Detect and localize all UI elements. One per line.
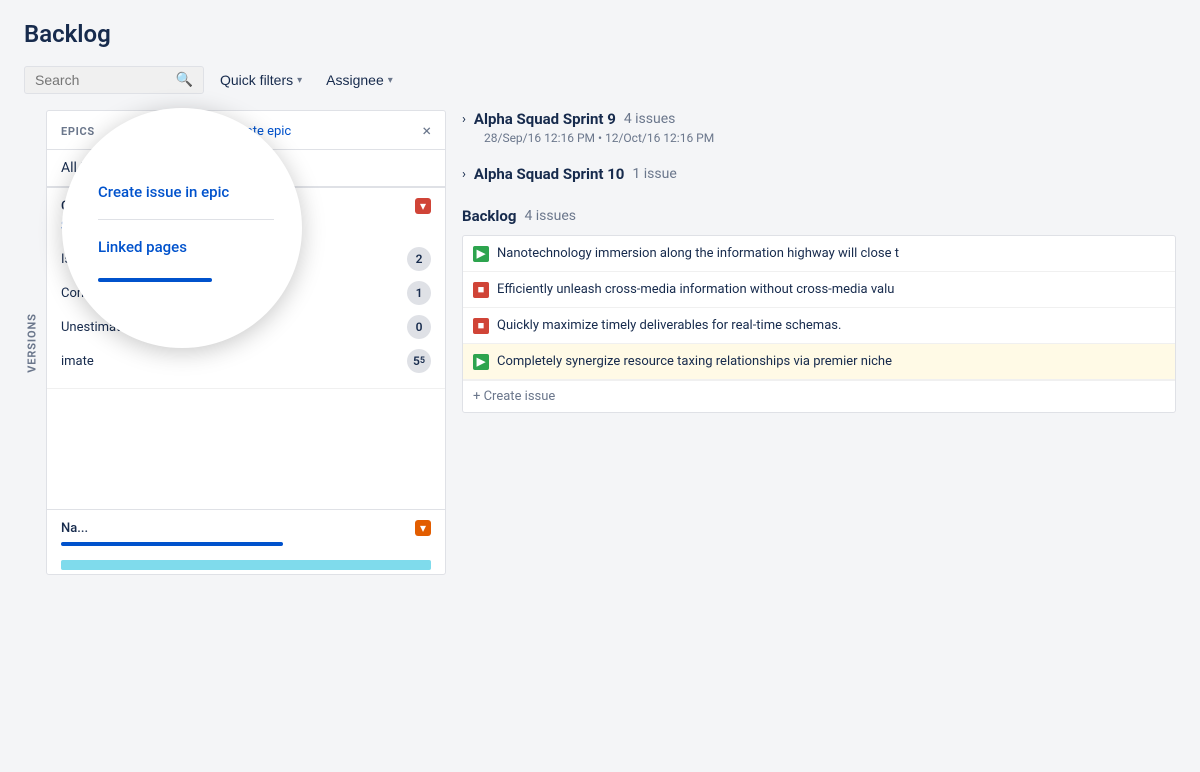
bottom-cyan-bar — [61, 560, 431, 570]
sidebar-scrollbar — [61, 542, 283, 546]
issue-icon-1: ■ — [473, 282, 489, 298]
assignee-label: Assignee — [326, 72, 384, 88]
sidebar: EPICS Create epic × All issues Custom Fi… — [46, 110, 446, 575]
page-title: Backlog — [24, 20, 1176, 48]
sprint-row-9: › Alpha Squad Sprint 9 4 issues — [462, 110, 1176, 128]
issue-text-1: Efficiently unleash cross-media informat… — [497, 282, 894, 297]
linked-pages-link[interactable]: Linked pages — [98, 238, 187, 256]
sprint-row-10: › Alpha Squad Sprint 10 1 issue — [462, 165, 1176, 183]
create-issue-row[interactable]: + Create issue — [463, 380, 1175, 412]
sprint-9-name: Alpha Squad Sprint 9 — [474, 110, 616, 128]
custom-filters-badge[interactable]: ▾ — [415, 198, 431, 214]
popup-scrollbar — [98, 278, 212, 282]
quick-filters-button[interactable]: Quick filters ▾ — [212, 67, 310, 93]
issue-text-3: Completely synergize resource taxing rel… — [497, 354, 892, 369]
main-content: › Alpha Squad Sprint 9 4 issues 28/Sep/1… — [462, 110, 1176, 575]
sprint-9-count: 4 issues — [624, 111, 676, 127]
bottom-card-title: Na... — [61, 521, 88, 536]
sprint-10-chevron-icon[interactable]: › — [462, 167, 466, 182]
close-sidebar-button[interactable]: × — [422, 123, 431, 139]
sprint-9-dates: 28/Sep/16 12:16 PM • 12/Oct/16 12:16 PM — [484, 131, 1176, 145]
stat-badge-issues: 2 — [407, 247, 431, 271]
stat-badge-completed: 1 — [407, 281, 431, 305]
search-box[interactable]: 🔍 — [24, 66, 204, 94]
issue-icon-0: ▶ — [473, 246, 489, 262]
search-input[interactable] — [35, 72, 172, 88]
sprint-section-10: › Alpha Squad Sprint 10 1 issue — [462, 165, 1176, 183]
sprint-10-count: 1 issue — [632, 166, 676, 182]
issue-text-2: Quickly maximize timely deliverables for… — [497, 318, 841, 333]
badge-icon: ▾ — [420, 199, 426, 213]
issue-text-0: Nanotechnology immersion along the infor… — [497, 246, 899, 261]
bottom-card-badge[interactable]: ▾ — [415, 520, 431, 536]
create-issue-label: + Create issue — [473, 389, 555, 404]
stat-label-estimate: imate — [61, 354, 94, 369]
issue-row-2[interactable]: ■ Quickly maximize timely deliverables f… — [463, 308, 1175, 344]
popup-divider — [98, 219, 274, 220]
custom-filters-card: Custom Filters ▾ SB-7 Add custom filters… — [47, 188, 445, 389]
stat-row-estimate: imate 55 — [61, 344, 431, 378]
badge-icon: ▾ — [420, 521, 426, 535]
search-icon: 🔍 — [176, 72, 193, 88]
issue-row-1[interactable]: ■ Efficiently unleash cross-media inform… — [463, 272, 1175, 308]
popup-overlay: Create issue in epic Linked pages — [62, 108, 302, 348]
backlog-header: Backlog 4 issues — [462, 207, 1176, 225]
sprint-9-chevron-icon[interactable]: › — [462, 112, 466, 127]
issue-icon-3: ▶ — [473, 354, 489, 370]
backlog-count: 4 issues — [524, 208, 576, 224]
sprint-section-9: › Alpha Squad Sprint 9 4 issues 28/Sep/1… — [462, 110, 1176, 145]
bottom-card-header: Na... ▾ — [61, 520, 431, 536]
stat-badge-unestimated: 0 — [407, 315, 431, 339]
issue-icon-2: ■ — [473, 318, 489, 334]
popup-circle: Create issue in epic Linked pages — [62, 108, 302, 348]
backlog-title: Backlog — [462, 207, 516, 225]
issue-row-3[interactable]: ▶ Completely synergize resource taxing r… — [463, 344, 1175, 380]
issue-list: ▶ Nanotechnology immersion along the inf… — [462, 235, 1176, 413]
backlog-section: Backlog 4 issues ▶ Nanotechnology immers… — [462, 207, 1176, 413]
versions-label: VERSIONS — [25, 313, 38, 373]
assignee-button[interactable]: Assignee ▾ — [318, 67, 401, 93]
stat-badge-estimate: 55 — [407, 349, 431, 373]
create-issue-in-epic-link[interactable]: Create issue in epic — [98, 183, 229, 201]
quick-filters-chevron-icon: ▾ — [297, 75, 302, 86]
quick-filters-label: Quick filters — [220, 72, 293, 88]
bottom-card: Na... ▾ — [47, 509, 445, 556]
toolbar: 🔍 Quick filters ▾ Assignee ▾ — [24, 66, 1176, 94]
sprint-10-name: Alpha Squad Sprint 10 — [474, 165, 625, 183]
main-layout: VERSIONS EPICS Create epic × All issues … — [24, 110, 1176, 575]
issue-row-0[interactable]: ▶ Nanotechnology immersion along the inf… — [463, 236, 1175, 272]
assignee-chevron-icon: ▾ — [388, 75, 393, 86]
